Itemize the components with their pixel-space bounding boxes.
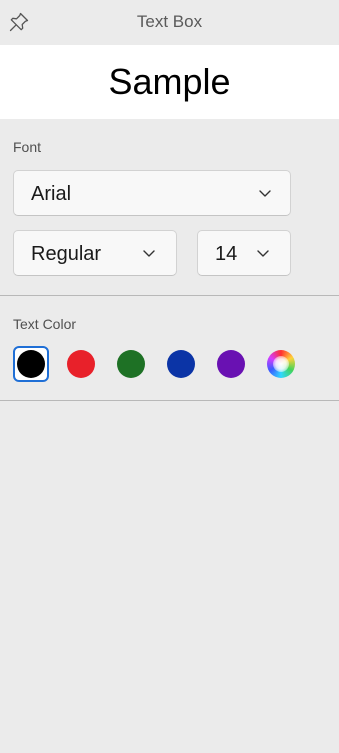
- chevron-down-icon: [143, 250, 155, 257]
- font-family-dropdown[interactable]: Arial: [13, 170, 291, 216]
- title-bar: Text Box: [0, 0, 339, 45]
- font-style-value: Regular: [31, 243, 102, 265]
- chevron-down-icon: [259, 190, 271, 197]
- font-size-value: 14: [215, 243, 238, 265]
- color-swatch-black[interactable]: [17, 350, 45, 378]
- text-color-section-label: Text Color: [13, 316, 77, 332]
- color-swatch-purple[interactable]: [217, 350, 245, 378]
- font-family-value: Arial: [31, 183, 72, 205]
- font-size-dropdown[interactable]: 14: [197, 230, 291, 276]
- font-style-dropdown[interactable]: Regular: [13, 230, 177, 276]
- color-swatch-red[interactable]: [67, 350, 95, 378]
- panel-title: Text Box: [136, 12, 203, 31]
- font-section-label: Font: [13, 139, 42, 155]
- text-preview: Sample: [0, 45, 339, 119]
- preview-sample-text: Sample: [108, 61, 231, 102]
- custom-color-picker-button[interactable]: [267, 350, 295, 378]
- color-swatch-green[interactable]: [117, 350, 145, 378]
- color-wheel-icon: [273, 356, 289, 372]
- chevron-down-icon: [257, 250, 269, 257]
- color-swatch-blue[interactable]: [167, 350, 195, 378]
- section-divider: [0, 295, 339, 296]
- section-divider: [0, 400, 339, 401]
